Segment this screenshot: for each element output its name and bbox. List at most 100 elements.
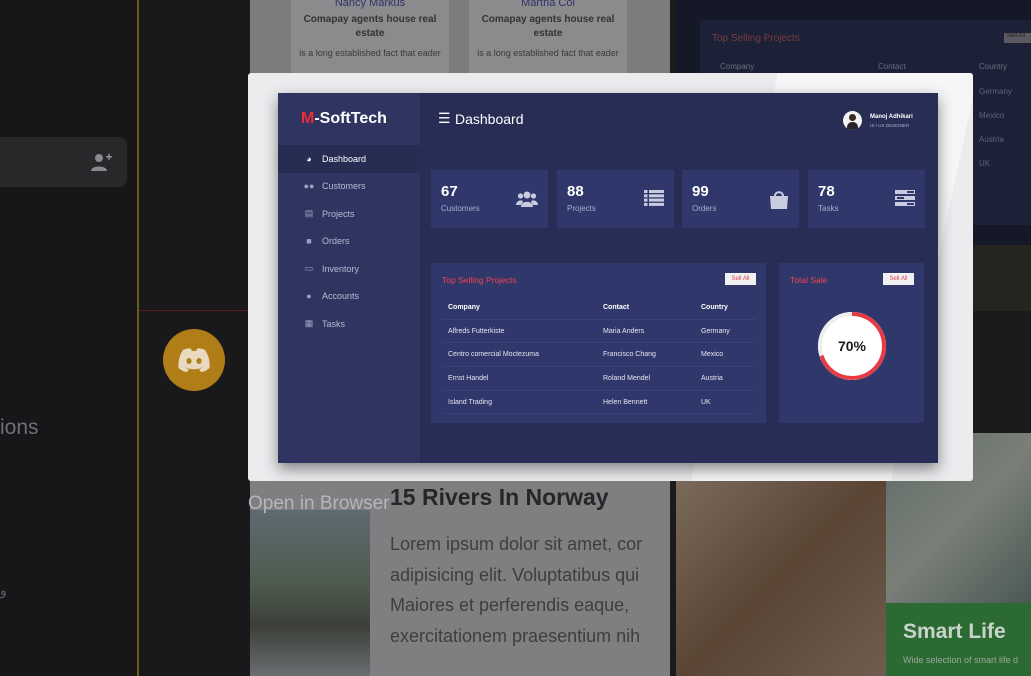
sidebar-item-accounts[interactable]: ● Accounts <box>278 283 420 311</box>
bg-cell: Mexico <box>979 111 1005 120</box>
sidebar-item-dashboard[interactable]: ◕ Dashboard <box>278 145 420 173</box>
stat-label: Tasks <box>818 204 839 213</box>
sidebar-item-customers[interactable]: ●● Customers <box>278 173 420 201</box>
article-line: Lorem ipsum dolor sit amet, cor <box>390 534 643 554</box>
card-title: Top Selling Projects <box>442 275 517 285</box>
table-row[interactable]: Centro comercial Moctezuma Francisco Cha… <box>442 343 756 368</box>
image-preview-modal[interactable]: M-SoftTech ◕ Dashboard ●● Customers ▤ Proje… <box>248 73 973 481</box>
table-cell: Centro comercial Moctezuma <box>448 351 540 359</box>
table-cell: Ernst Handel <box>448 374 489 382</box>
dashboard-icon: ◕ <box>306 153 312 164</box>
bg-col-header: Country <box>979 62 1008 71</box>
stat-label: Projects <box>567 204 596 213</box>
table-row[interactable]: Ernst Handel Roland Mendel Austria <box>442 367 756 391</box>
sell-all-button[interactable]: Sell All <box>725 273 756 285</box>
users-icon: ●● <box>303 181 315 192</box>
contact-desc: is a long established fact that eader <box>299 48 441 58</box>
bg-cell: UK <box>979 159 991 168</box>
user-icon: ● <box>306 291 312 302</box>
left-panel <box>0 0 138 676</box>
article-title[interactable]: 15 Rivers In Norway <box>390 484 609 511</box>
screen: ions و Nancy Markus Comapay agents house… <box>0 0 1031 676</box>
promo-title: Smart Life <box>903 620 1006 643</box>
menu-toggle-icon[interactable]: ☰ <box>438 110 451 127</box>
sidebar-item-label: Inventory <box>322 263 360 274</box>
users-icon <box>516 190 538 213</box>
article-line: exercitationem praesentium nih <box>390 625 641 646</box>
stat-value: 99 <box>692 183 709 200</box>
logo-text: -SoftTech <box>314 110 387 127</box>
table-cell: Roland Mendel <box>603 374 651 382</box>
left-section-text: ions <box>0 416 39 439</box>
table-cell: Mexico <box>701 351 724 359</box>
total-sale-card: Total Sale Sell All 70% <box>779 263 924 423</box>
bg-col-header: Company <box>720 62 755 71</box>
stat-card-orders[interactable]: 99 Orders <box>682 170 799 228</box>
open-in-browser-link[interactable]: Open in Browser <box>248 493 390 515</box>
sidebar-item-label: Dashboard <box>322 153 367 164</box>
table-cell: Germany <box>701 327 730 335</box>
bg-sell-all-button[interactable]: Sell All <box>1004 33 1031 43</box>
page-title: Dashboard <box>455 111 524 127</box>
bg-cell: Austria <box>979 135 1004 144</box>
top-selling-projects-card: Top Selling Projects Sell All Company Co… <box>431 263 766 423</box>
sidebar-nav: ◕ Dashboard ●● Customers ▤ Projects ■ Orders… <box>278 145 420 338</box>
table-cell: Alfreds Futterkiste <box>448 327 505 335</box>
left-small-text: و <box>0 582 7 598</box>
stat-card-projects[interactable]: 88 Projects <box>557 170 674 228</box>
list-icon <box>644 190 664 211</box>
contact-desc: is a long established fact that eader <box>477 48 619 58</box>
sidebar-item-inventory[interactable]: ▭ Inventory <box>278 255 420 283</box>
table-cell: Helen Bennett <box>603 398 648 406</box>
projects-table: Company Contact Country Alfreds Futterki… <box>442 296 756 415</box>
add-user-icon[interactable] <box>90 152 112 172</box>
sidebar-item-tasks[interactable]: ▦ Tasks <box>278 310 420 338</box>
avatar[interactable] <box>843 111 862 130</box>
sidebar-item-projects[interactable]: ▤ Projects <box>278 200 420 228</box>
stat-value: 78 <box>818 183 835 200</box>
table-row[interactable]: Alfreds Futterkiste Maria Anders Germany <box>442 320 756 344</box>
stat-value: 88 <box>567 183 584 200</box>
brand-logo[interactable]: M-SoftTech <box>301 110 387 128</box>
contact-name: Nancy Markus <box>334 0 406 9</box>
contact-card[interactable]: Martha Col Comapay agents house real est… <box>469 0 627 74</box>
stat-card-customers[interactable]: 67 Customers <box>431 170 548 228</box>
sidebar-item-label: Orders <box>322 236 350 247</box>
sell-all-button[interactable]: Sell All <box>883 273 914 285</box>
bg-col-header: Contact <box>878 62 906 71</box>
dashboard-sidebar: M-SoftTech ◕ Dashboard ●● Customers ▤ Proje… <box>278 93 420 463</box>
article-image <box>250 510 370 676</box>
stat-value: 67 <box>441 183 458 200</box>
inventory-icon: ▭ <box>304 263 314 274</box>
phone-call-photo <box>676 480 886 676</box>
stat-label: Customers <box>441 204 480 213</box>
card-title: Total Sale <box>790 275 828 285</box>
tasks-icon <box>895 190 915 211</box>
bg-card-title: Top Selling Projects <box>712 33 800 44</box>
table-row[interactable]: Island Trading Helen Bennett UK <box>442 391 756 415</box>
contact-name: Martha Col <box>521 0 575 9</box>
sidebar-item-label: Tasks <box>322 318 346 329</box>
contact-company: Comapay agents house real estate <box>481 14 615 39</box>
table-cell: Maria Anders <box>603 327 645 335</box>
table-cell: Francisco Chang <box>603 351 656 359</box>
article-line: adipisicing elit. Voluptatibus qui <box>390 564 640 585</box>
column-header: Contact <box>603 303 630 311</box>
article-body: Lorem ipsum dolor sit amet, cor adipisic… <box>390 529 670 651</box>
column-header: Country <box>701 303 728 311</box>
stat-card-tasks[interactable]: 78 Tasks <box>808 170 925 228</box>
table-cell: Austria <box>701 374 723 382</box>
contact-card[interactable]: Nancy Markus Comapay agents house real e… <box>291 0 449 74</box>
projects-icon: ▤ <box>304 208 314 219</box>
sidebar-item-orders[interactable]: ■ Orders <box>278 228 420 256</box>
user-name: Manoj Adhikari <box>870 114 913 120</box>
table-cell: UK <box>701 398 711 406</box>
total-sale-percent: 70% <box>837 338 867 354</box>
bag-icon: ■ <box>306 236 312 247</box>
dashboard-screenshot: M-SoftTech ◕ Dashboard ●● Customers ▤ Proje… <box>278 93 938 463</box>
user-role: UI / UX DESIGNER <box>870 123 910 128</box>
bag-icon <box>769 190 789 214</box>
discord-icon[interactable] <box>163 329 225 391</box>
bg-cell: Germany <box>979 87 1012 96</box>
table-header: Company Contact Country <box>442 296 756 320</box>
